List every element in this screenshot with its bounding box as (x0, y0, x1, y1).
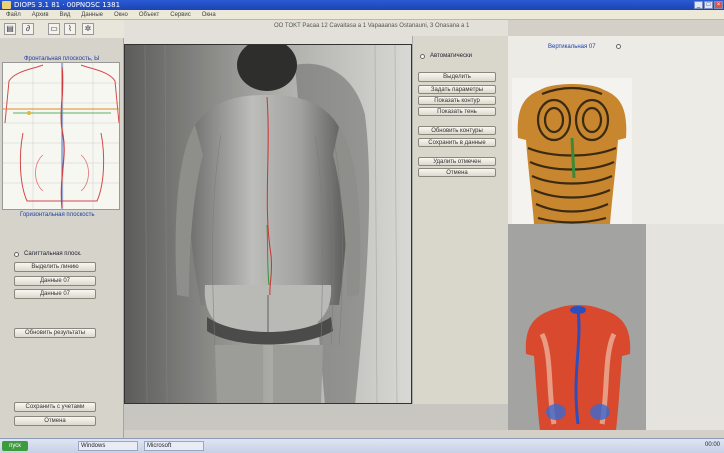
spine-graph-svg (3, 63, 119, 209)
update-contours-button[interactable]: Обновить контуры (418, 126, 496, 135)
sagittal-label: Сагиттальная плоск. (24, 251, 82, 257)
minimize-button[interactable]: _ (694, 1, 703, 9)
close-button[interactable]: × (714, 1, 723, 9)
title-bar: DIOPS 3.1 81 · 00PNOSC 1381 _ □ × (0, 0, 724, 10)
gear-icon[interactable]: ✲ (82, 23, 94, 35)
app-icon (2, 1, 11, 9)
auto-label: Автоматически (430, 53, 472, 59)
menu-item-file[interactable]: Файл (6, 12, 21, 18)
auto-radio[interactable] (420, 54, 425, 59)
task-microsoft[interactable]: Microsoft (144, 441, 204, 451)
heatmap-panel (508, 224, 646, 430)
folder-icon[interactable]: ▤ (4, 23, 16, 35)
set-params-button[interactable]: Задать параметры (418, 85, 496, 94)
save-data-button[interactable]: Сохранить в данные (418, 138, 496, 147)
window-title: DIOPS 3.1 81 · 00PNOSC 1381 (14, 1, 121, 9)
section-title: Горизонтальная плоскость (20, 212, 95, 218)
refresh-results-button[interactable]: Обновить результаты (14, 328, 96, 338)
stethoscope-icon[interactable]: ∂ (22, 23, 34, 35)
vertical-label: Вертикальная 07 (548, 44, 596, 50)
main-window-title: OO TOKT Pacaa 12 Cavaitasa a 1 Vapaaanas… (274, 23, 470, 29)
task-windows[interactable]: Windows (78, 441, 138, 451)
patient-back-photo (124, 44, 412, 404)
delete-marked-button[interactable]: Удалить отмечен (418, 157, 496, 166)
sagittal-radio[interactable] (14, 252, 19, 257)
menu-item-archive[interactable]: Архив (32, 12, 49, 18)
clock: 00:00 (704, 442, 720, 448)
heatmap-svg (508, 224, 646, 430)
menu-bar: Файл Архив Вид Данные Окно Объект Сервис… (0, 10, 724, 20)
menu-item-window[interactable]: Окно (114, 12, 128, 18)
right-strip (646, 224, 724, 430)
toolbar: ▤ ∂ ▭ ⌇ ✲ (0, 20, 124, 38)
menu-item-view[interactable]: Вид (59, 12, 70, 18)
start-button[interactable]: пуск (2, 441, 28, 451)
select-line-button[interactable]: Выделить линию (14, 262, 96, 272)
taskbar: пуск Windows Microsoft 00:00 (0, 438, 724, 453)
menu-item-object[interactable]: Объект (139, 12, 159, 18)
data-button-2[interactable]: Данные 07 (14, 289, 96, 299)
chart-icon[interactable]: ⌇ (64, 23, 76, 35)
body-photo-svg (125, 45, 411, 403)
show-contour-button[interactable]: Показать контур (418, 96, 496, 105)
bottom-strip (124, 404, 508, 430)
select-button[interactable]: Выделить (418, 72, 496, 82)
frontal-plane-graph (2, 62, 120, 210)
cancel-button-left[interactable]: Отмена (14, 416, 96, 426)
moire-topography (512, 78, 632, 224)
maximize-button[interactable]: □ (704, 1, 713, 9)
menu-item-windows[interactable]: Окна (202, 12, 216, 18)
menu-item-service[interactable]: Сервис (170, 12, 191, 18)
save-with-button[interactable]: Сохранить с учетами (14, 402, 96, 412)
data-button-1[interactable]: Данные 07 (14, 276, 96, 286)
window-icon[interactable]: ▭ (48, 23, 60, 35)
show-shadow-button[interactable]: Показать тень (418, 107, 496, 116)
menu-item-data[interactable]: Данные (81, 12, 103, 18)
vertical-radio[interactable] (616, 44, 621, 49)
cancel-button-mid[interactable]: Отмена (418, 168, 496, 177)
topography-svg (517, 84, 627, 224)
